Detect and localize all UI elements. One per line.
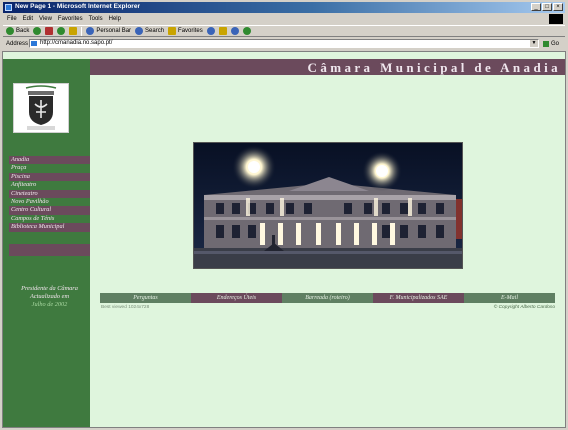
updated-date: Julho de 2002 <box>31 301 68 308</box>
president-link[interactable]: Presidente da Câmara <box>21 285 78 292</box>
bottom-nav-barreada[interactable]: Barreada (roteiro) <box>282 293 373 303</box>
stop-button[interactable] <box>45 27 54 35</box>
stop-icon <box>45 27 54 35</box>
history-icon <box>206 27 215 35</box>
refresh-button[interactable] <box>57 27 66 35</box>
nav-praca[interactable]: Praça <box>9 164 90 172</box>
windows-logo-icon <box>549 14 563 24</box>
town-hall-night-photo <box>193 142 463 269</box>
mail-button[interactable] <box>218 27 227 35</box>
sidebar-footer: Presidente da Câmara Actualizado em Julh… <box>9 285 90 309</box>
address-bar: Address http://cmanadia.no.sapo.pt/ ▼ Go <box>3 38 565 49</box>
go-button[interactable]: Go <box>543 40 560 47</box>
mail-icon <box>218 27 227 35</box>
favorites-icon <box>168 27 177 35</box>
ie-icon <box>5 4 12 11</box>
toolbar: Back Personal Bar Search Favorites <box>3 25 565 37</box>
personal-bar-icon <box>86 27 95 35</box>
page-viewport[interactable]: Câmara Municipal de Anadia Anadia Praça … <box>2 51 566 428</box>
favorites-label: Favorites <box>178 28 203 34</box>
go-label: Go <box>551 40 560 47</box>
sidebar-nav: Anadia Praça Piscina Anfiteatro Cineteat… <box>9 156 90 268</box>
address-label: Address <box>6 40 29 47</box>
favorites-button[interactable]: Favorites <box>168 27 203 35</box>
search-icon <box>135 27 144 35</box>
site-header: Câmara Municipal de Anadia <box>3 59 565 75</box>
bottom-nav-enderecos[interactable]: Endereços Úteis <box>191 293 282 303</box>
edit-icon <box>242 27 251 35</box>
address-url: http://cmanadia.no.sapo.pt/ <box>40 40 113 46</box>
nav-campos-de-tenis[interactable]: Campos de Ténis <box>9 215 90 223</box>
sidebar-spacer <box>9 231 90 244</box>
bottom-nav: Perguntas Endereços Úteis Barreada (rote… <box>100 293 555 303</box>
best-viewed-note: Best viewed 1024x728 <box>101 305 150 310</box>
menu-help[interactable]: Help <box>109 16 121 22</box>
nav-anfiteatro[interactable]: Anfiteatro <box>9 181 90 189</box>
header-left-cap <box>3 59 90 75</box>
address-dropdown-icon[interactable]: ▼ <box>530 40 538 47</box>
search-label: Search <box>145 28 165 34</box>
nav-novo-pavilhao[interactable]: Novo Pavilhão <box>9 198 90 206</box>
edit-button[interactable] <box>242 27 251 35</box>
menu-file[interactable]: File <box>7 16 17 22</box>
municipal-crest-logo <box>13 83 69 133</box>
bottom-nav-perguntas[interactable]: Perguntas <box>100 293 191 303</box>
back-button[interactable]: Back <box>6 27 29 35</box>
back-arrow-icon <box>6 27 14 35</box>
nav-piscina[interactable]: Piscina <box>9 172 90 182</box>
menu-view[interactable]: View <box>39 16 52 22</box>
menu-bar: File Edit View Favorites Tools Help <box>3 14 565 24</box>
close-button[interactable]: × <box>553 3 563 11</box>
address-input[interactable]: http://cmanadia.no.sapo.pt/ ▼ <box>29 39 539 48</box>
maximize-button[interactable]: □ <box>542 3 552 11</box>
personal-bar-label: Personal Bar <box>96 28 132 34</box>
refresh-icon <box>57 27 66 35</box>
go-arrow-icon <box>543 40 549 47</box>
back-label: Back <box>16 28 30 34</box>
print-button[interactable] <box>230 27 239 35</box>
browser-window: New Page 1 - Microsoft Internet Explorer… <box>0 0 568 430</box>
menu-tools[interactable]: Tools <box>89 16 103 22</box>
nav-cineteatro[interactable]: Cineteatro <box>9 189 90 198</box>
minimize-button[interactable]: _ <box>531 3 541 11</box>
home-button[interactable] <box>69 27 78 35</box>
forward-arrow-icon <box>33 27 42 35</box>
bottom-nav-f-municipalizados[interactable]: F. Municipalizados SAE <box>373 293 464 303</box>
window-title: New Page 1 - Microsoft Internet Explorer <box>15 3 140 10</box>
personal-bar-button[interactable]: Personal Bar <box>86 27 131 35</box>
menu-edit[interactable]: Edit <box>23 16 33 22</box>
updated-label: Actualizado em <box>30 293 69 300</box>
forward-button[interactable] <box>33 27 42 35</box>
site-title: Câmara Municipal de Anadia <box>307 60 561 75</box>
sidebar: Anadia Praça Piscina Anfiteatro Cineteat… <box>3 75 90 427</box>
search-button[interactable]: Search <box>135 27 164 35</box>
menu-favorites[interactable]: Favorites <box>58 16 83 22</box>
title-bar: New Page 1 - Microsoft Internet Explorer… <box>3 2 565 13</box>
copyright-note: © Copyright Alberto Cardoso <box>493 305 555 310</box>
sidebar-spacer <box>9 243 90 256</box>
bottom-nav-email[interactable]: E-Mail <box>464 293 555 303</box>
nav-anadia[interactable]: Anadia <box>9 156 90 165</box>
sidebar-spacer <box>9 255 90 268</box>
print-icon <box>230 27 239 35</box>
nav-centro-cultural[interactable]: Centro Cultural <box>9 206 90 215</box>
history-button[interactable] <box>206 27 215 35</box>
page-icon <box>31 41 37 46</box>
nav-biblioteca-municipal[interactable]: Biblioteca Municipal <box>9 223 90 232</box>
toolbar-separator <box>81 26 83 36</box>
home-icon <box>69 27 78 35</box>
